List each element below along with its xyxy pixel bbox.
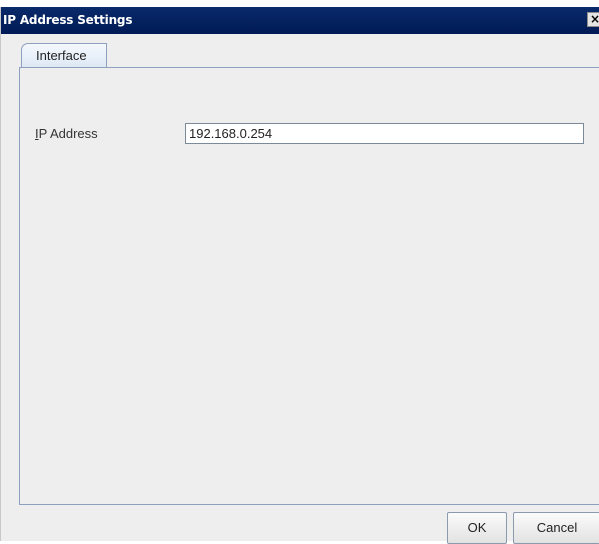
ok-button[interactable]: OK (447, 512, 507, 544)
ip-address-label: IP Address (35, 126, 98, 141)
ip-address-label-text: P Address (38, 126, 98, 141)
ip-address-input[interactable] (185, 123, 584, 144)
window-title: IP Address Settings (3, 13, 133, 27)
title-bar[interactable]: IP Address Settings (1, 7, 599, 34)
ip-address-settings-dialog: IP Address Settings × Interface IP Addre… (0, 7, 599, 544)
tab-interface[interactable]: Interface (21, 43, 107, 68)
tab-interface-label: Interface (36, 48, 87, 63)
close-icon[interactable]: × (587, 12, 599, 27)
cancel-button[interactable]: Cancel (513, 512, 599, 544)
